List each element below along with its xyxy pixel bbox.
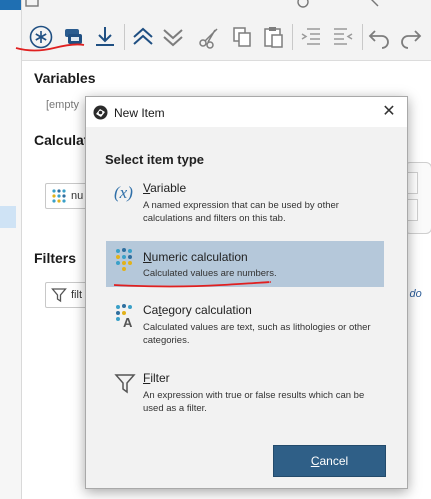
cancel-rest: ancel	[319, 454, 349, 468]
numeric-calculation-icon	[116, 248, 132, 271]
outdent-icon[interactable]	[328, 22, 358, 52]
option-category-rest: egory calculation	[161, 303, 252, 317]
option-filter-name: Filter	[143, 371, 170, 385]
close-icon[interactable]: ✕	[379, 102, 399, 122]
cut-icon[interactable]	[194, 22, 224, 52]
variable-icon: (x)	[114, 183, 133, 202]
toolbar-separator-3	[362, 24, 363, 50]
move-up-icon[interactable]	[128, 22, 158, 52]
option-numeric-mnemonic: N	[143, 250, 152, 264]
option-variable[interactable]: (x) Variable A named expression that can…	[106, 175, 384, 225]
dialog-title: New Item	[114, 106, 165, 120]
filter-icon	[51, 288, 67, 303]
option-variable-name: Variable	[143, 181, 186, 195]
app-logo-icon	[93, 105, 108, 120]
redo-icon[interactable]	[396, 22, 426, 52]
filter-icon	[114, 374, 136, 394]
top-partial-icon-2	[297, 0, 309, 8]
option-filter-rest: ilter	[150, 371, 170, 385]
filters-title: Filters	[34, 250, 77, 266]
svg-text:A: A	[123, 315, 133, 327]
undo-icon[interactable]	[364, 22, 394, 52]
option-numeric-name: Numeric calculation	[143, 250, 248, 264]
option-category-description: Calculated values are text, such as lith…	[143, 322, 371, 346]
cancel-button[interactable]: Cancel	[273, 445, 386, 477]
copy-clipboard-icon[interactable]	[227, 22, 257, 52]
filter-item-label: filt	[71, 289, 82, 301]
new-item-dialog: New Item ✕ Select item type (x) Variable…	[85, 96, 408, 489]
move-down-icon[interactable]	[158, 22, 188, 52]
paste-icon[interactable]	[259, 22, 289, 52]
numeric-calculation-icon	[52, 189, 66, 203]
dialog-titlebar: New Item ✕	[86, 97, 407, 127]
toolbar-separator	[124, 24, 125, 50]
indent-icon[interactable]	[296, 22, 326, 52]
top-strip	[22, 0, 431, 16]
gutter-accent	[0, 0, 21, 10]
variables-title: Variables	[34, 70, 96, 86]
left-gutter	[0, 0, 22, 499]
option-category-first: Ca	[143, 303, 159, 317]
toolbar-separator-2	[292, 24, 293, 50]
export-icon[interactable]	[90, 22, 120, 52]
option-variable-rest: ariable	[150, 181, 187, 195]
option-category-calculation[interactable]: A Category calculation Calculated values…	[106, 297, 384, 353]
option-variable-description: A named expression that can be used by o…	[143, 200, 339, 224]
svg-text:(x): (x)	[114, 183, 133, 202]
category-calculation-icon: A	[116, 304, 133, 327]
annotation-underline-numeric	[113, 281, 271, 288]
option-filter[interactable]: Filter An expression with true or false …	[106, 365, 384, 421]
gutter-selection-marker	[0, 206, 16, 228]
top-partial-icon-3	[371, 0, 379, 7]
top-partial-icon	[25, 0, 39, 7]
option-numeric-rest: umeric calculation	[151, 250, 248, 264]
option-filter-description: An expression with true or false results…	[143, 390, 365, 414]
calculations-title: Calculat	[34, 132, 89, 148]
annotation-underline-toolbar	[15, 43, 85, 52]
calculation-item-label: nu	[71, 190, 84, 202]
option-category-name: Category calculation	[143, 303, 252, 317]
select-item-type-heading: Select item type	[105, 152, 204, 167]
variables-empty-text: [empty	[46, 99, 80, 111]
